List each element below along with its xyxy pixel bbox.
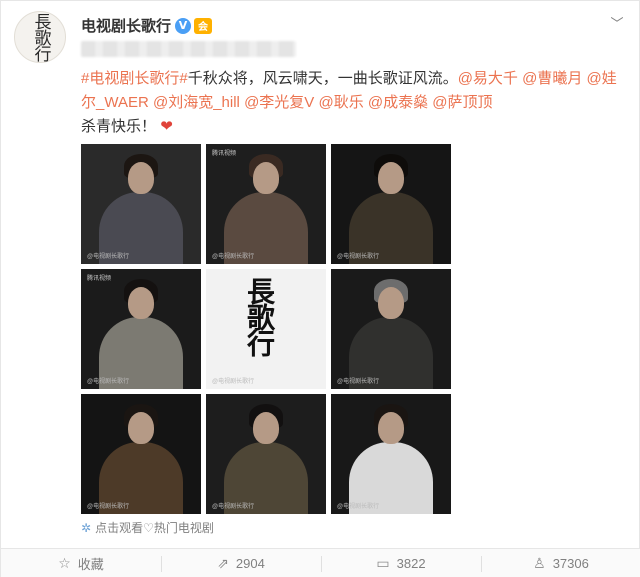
image-watermark: @电视剧长歌行 xyxy=(87,254,130,260)
author-row: 电视剧长歌行 V 会 xyxy=(81,15,213,36)
character-portrait xyxy=(341,144,441,264)
character-portrait xyxy=(216,394,316,514)
image-watermark: @电视剧长歌行 xyxy=(337,254,380,260)
repost-count: 2904 xyxy=(235,556,265,571)
hashtag-link[interactable]: #电视剧长歌行# xyxy=(81,70,188,87)
video-platform-logo: 腾讯视频 xyxy=(212,151,237,157)
image-thumbnail[interactable]: @电视剧长歌行 xyxy=(331,144,451,264)
like-count: 37306 xyxy=(552,556,589,571)
comment-button[interactable]: ▭ 3822 xyxy=(321,553,481,575)
mention-link[interactable]: @耿乐 xyxy=(318,94,363,111)
image-thumbnail[interactable]: @电视剧长歌行 xyxy=(81,394,201,514)
character-portrait xyxy=(91,394,191,514)
post-text: #电视剧长歌行#千秋众将，风云啸天，一曲长歌证风流。@易大千 @曹曦月 @娃尔_… xyxy=(81,67,629,139)
character-portrait xyxy=(341,269,441,389)
mention-link[interactable]: @成泰燊 xyxy=(368,94,428,111)
verified-icon: V xyxy=(175,17,192,34)
repost-icon: ⇗ xyxy=(217,555,229,571)
character-portrait xyxy=(216,144,316,264)
thumbs-up-icon: ♙ xyxy=(533,555,546,571)
video-link[interactable]: ✲ 点击观看♡热门电视剧 xyxy=(81,519,214,536)
avatar[interactable]: 長歌行 xyxy=(14,11,66,63)
mention-link[interactable]: @刘海宽_hill xyxy=(153,94,240,111)
mention-link[interactable]: @娃 xyxy=(587,70,617,87)
post-text-body: 千秋众将，风云啸天，一曲长歌证风流。 xyxy=(187,70,458,87)
image-watermark: @电视剧长歌行 xyxy=(87,504,130,510)
favorite-label: 收藏 xyxy=(77,557,104,572)
image-watermark: @电视剧长歌行 xyxy=(337,504,380,510)
member-badge-icon: 会 xyxy=(194,17,213,34)
post-text-closing: 杀青快乐！ xyxy=(81,118,157,135)
post-meta-blurred xyxy=(81,41,296,57)
title-calligraphy: 長歌行 xyxy=(243,277,276,355)
mention-link[interactable]: @李光复V xyxy=(244,94,314,111)
character-portrait xyxy=(91,144,191,264)
like-button[interactable]: ♙ 37306 xyxy=(481,553,640,575)
star-icon: ☆ xyxy=(58,555,71,571)
image-watermark: @电视剧长歌行 xyxy=(212,379,255,385)
mention-link[interactable]: 尔_WAER xyxy=(81,94,149,111)
image-grid: @电视剧长歌行 腾讯视频 @电视剧长歌行 @电视剧长歌行 腾讯视频 @电视剧长歌行 長歌行 @… xyxy=(81,144,451,514)
image-thumbnail[interactable]: @电视剧长歌行 xyxy=(331,269,451,389)
comment-count: 3822 xyxy=(396,556,426,571)
mention-link[interactable]: @萨顶顶 xyxy=(432,94,492,111)
image-thumbnail[interactable]: 長歌行 @电视剧长歌行 xyxy=(206,269,326,389)
video-icon: ✲ xyxy=(81,520,92,535)
image-thumbnail[interactable]: @电视剧长歌行 xyxy=(81,144,201,264)
video-link-label[interactable]: 点击观看♡热门电视剧 xyxy=(95,519,214,536)
image-thumbnail[interactable]: @电视剧长歌行 xyxy=(331,394,451,514)
character-portrait xyxy=(341,394,441,514)
image-thumbnail[interactable]: 腾讯视频 @电视剧长歌行 xyxy=(206,144,326,264)
image-watermark: @电视剧长歌行 xyxy=(212,254,255,260)
character-portrait xyxy=(91,269,191,389)
image-watermark: @电视剧长歌行 xyxy=(212,504,255,510)
comment-icon: ▭ xyxy=(376,555,390,571)
mention-link[interactable]: @曹曦月 xyxy=(522,70,582,87)
image-watermark: @电视剧长歌行 xyxy=(87,379,130,385)
image-thumbnail[interactable]: 腾讯视频 @电视剧长歌行 xyxy=(81,269,201,389)
username[interactable]: 电视剧长歌行 xyxy=(81,15,171,36)
mention-link[interactable]: @易大千 xyxy=(458,70,518,87)
video-platform-logo: 腾讯视频 xyxy=(87,276,112,282)
weibo-post-card: 長歌行 电视剧长歌行 V 会 ﹀ #电视剧长歌行#千秋众将，风云啸天，一曲长歌证… xyxy=(0,0,640,577)
repost-button[interactable]: ⇗ 2904 xyxy=(161,553,321,575)
heart-icon: ❤ xyxy=(160,118,173,135)
favorite-button[interactable]: ☆ 收藏 xyxy=(1,553,161,575)
image-watermark: @电视剧长歌行 xyxy=(337,379,380,385)
action-bar: ☆ 收藏 ⇗ 2904 ▭ 3822 ♙ 37306 xyxy=(1,548,640,577)
chevron-down-icon[interactable]: ﹀ xyxy=(607,13,627,31)
image-thumbnail[interactable]: @电视剧长歌行 xyxy=(206,394,326,514)
